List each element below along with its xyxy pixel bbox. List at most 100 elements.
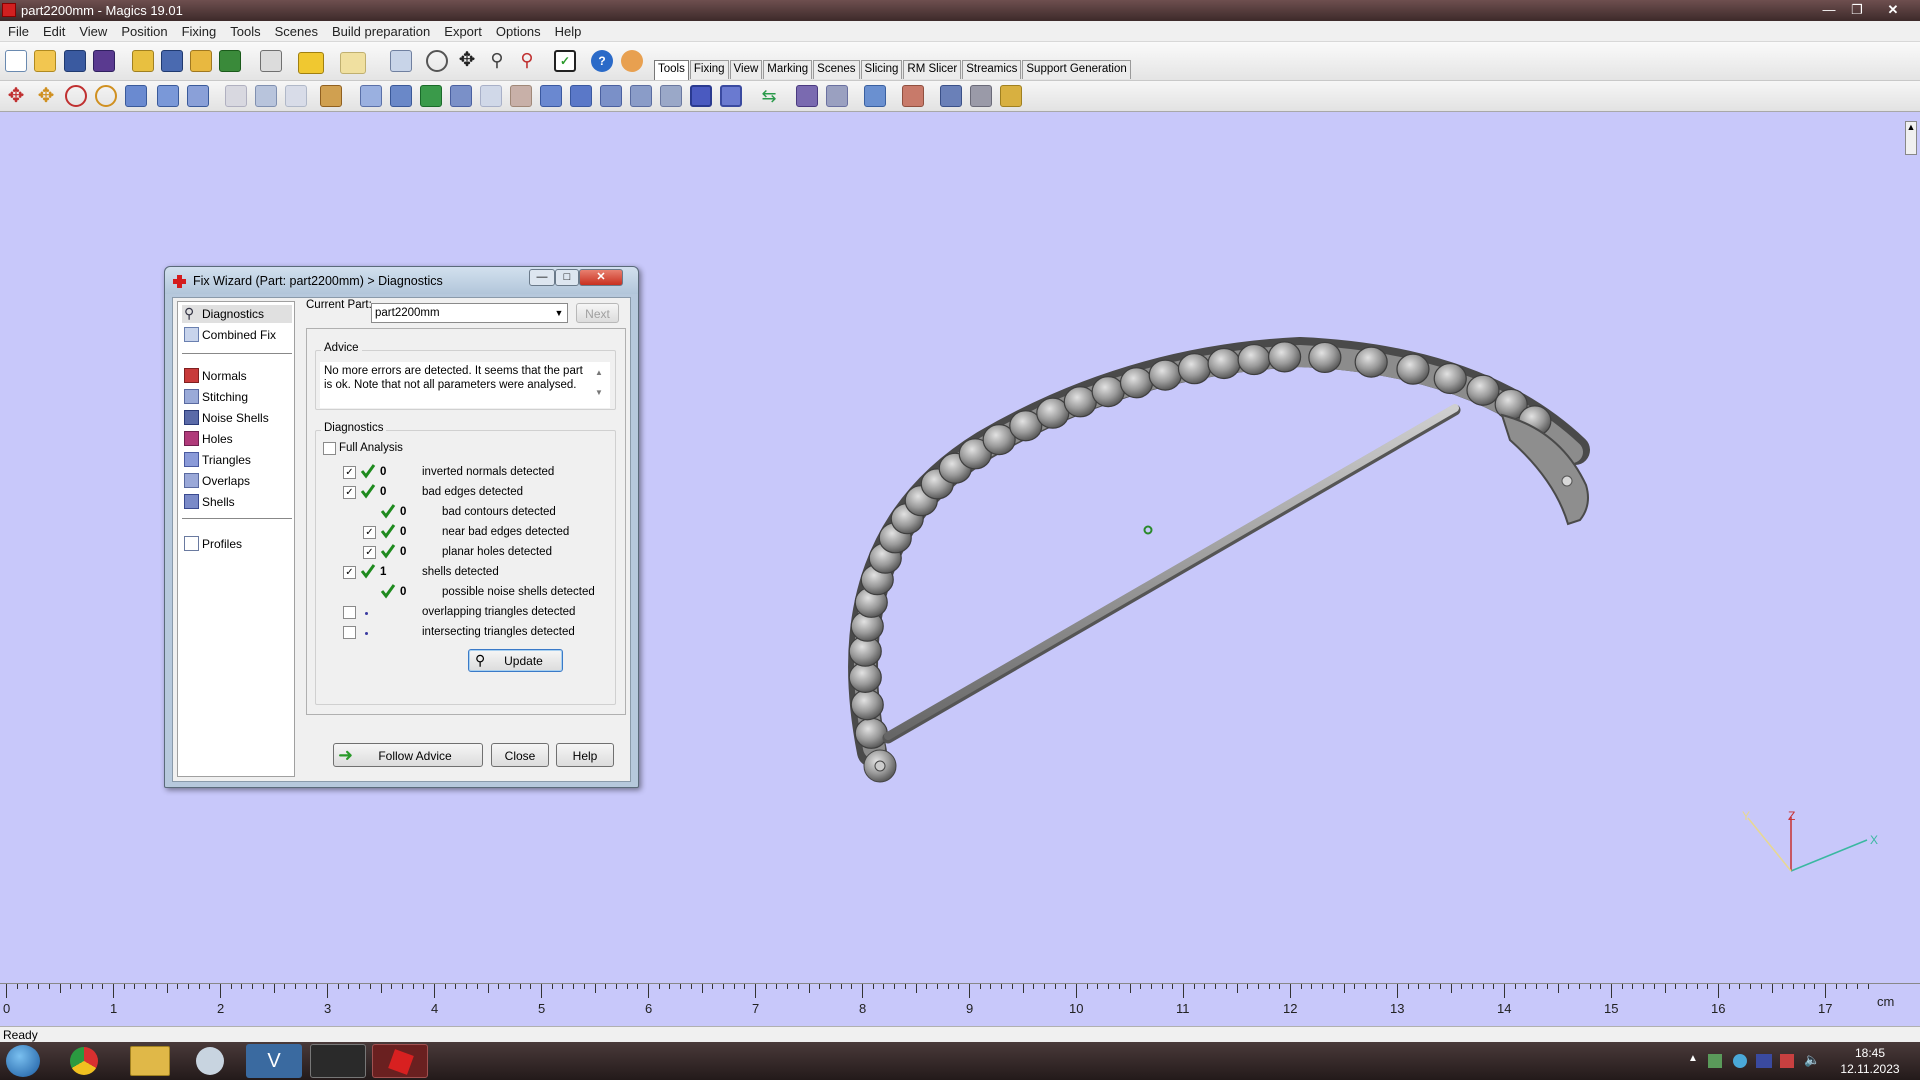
nav-item-holes[interactable]: Holes [182, 430, 292, 448]
mirror-icon[interactable] [157, 85, 179, 107]
nav-item-profiles[interactable]: Profiles [182, 535, 292, 553]
full-analysis-checkbox[interactable] [323, 442, 336, 455]
explorer-icon[interactable] [130, 1046, 170, 1076]
nav-item-stitching[interactable]: Stitching [182, 388, 292, 406]
tray-network-icon[interactable] [1708, 1054, 1722, 1068]
duplicate-icon[interactable] [187, 85, 209, 107]
tools-gear-icon[interactable] [940, 85, 962, 107]
punch-icon[interactable] [255, 85, 277, 107]
cube-icon[interactable] [570, 85, 592, 107]
close-button[interactable]: Close [491, 743, 549, 767]
start-button[interactable] [6, 1045, 40, 1077]
tray-expand-icon[interactable]: ▲ [1688, 1053, 1698, 1064]
unload-icon[interactable] [219, 50, 241, 72]
label-icon[interactable] [510, 85, 532, 107]
print-icon[interactable] [260, 50, 282, 72]
move-icon[interactable]: ✥ [35, 85, 57, 107]
nav-item-triangles[interactable]: Triangles [182, 451, 292, 469]
tab-fixing[interactable]: Fixing [689, 60, 729, 79]
nav-item-overlaps[interactable]: Overlaps [182, 472, 292, 490]
follow-advice-button[interactable]: ➜ Follow Advice [333, 743, 483, 767]
wizard-icon[interactable] [1000, 85, 1022, 107]
dialog-maximize-button[interactable]: □ [555, 269, 579, 286]
clock-time[interactable]: 18:45 [1840, 1046, 1900, 1060]
save-as-icon[interactable] [93, 50, 115, 72]
merge-icon[interactable] [390, 85, 412, 107]
update-button[interactable]: ⚲ Update [468, 649, 563, 672]
close-window-button[interactable]: ✕ [1880, 1, 1906, 19]
measure-icon[interactable]: ✓ [554, 50, 576, 72]
offset-icon[interactable] [320, 85, 342, 107]
menu-options[interactable]: Options [488, 21, 547, 39]
menu-edit[interactable]: Edit [35, 21, 71, 39]
tab-scenes[interactable]: Scenes [813, 60, 860, 79]
tab-marking[interactable]: Marking [763, 60, 813, 79]
surface-icon[interactable] [660, 85, 682, 107]
menu-export[interactable]: Export [436, 21, 488, 39]
clock-date[interactable]: 12.11.2023 [1836, 1062, 1904, 1076]
menu-fixing[interactable]: Fixing [174, 21, 223, 39]
hatch-icon[interactable] [720, 85, 742, 107]
rotate-free-icon[interactable] [95, 85, 117, 107]
overlapping-triangles-checkbox[interactable] [343, 606, 356, 619]
current-part-select[interactable]: part2200mm ▼ [371, 303, 568, 323]
new-icon[interactable] [5, 50, 27, 72]
menu-help[interactable]: Help [547, 21, 588, 39]
import-icon[interactable] [132, 50, 154, 72]
tray-volume-icon[interactable]: 🔈 [1804, 1052, 1820, 1068]
magics-taskbar-icon[interactable] [372, 1044, 428, 1078]
dialog-minimize-button[interactable]: — [529, 269, 555, 286]
shell-icon[interactable] [420, 85, 442, 107]
part-list-icon[interactable] [796, 85, 818, 107]
planar-holes-checkbox[interactable]: ✓ [363, 546, 376, 559]
inverted-normals-checkbox[interactable]: ✓ [343, 466, 356, 479]
axis-icon[interactable] [826, 85, 848, 107]
tray-flag-icon[interactable] [1780, 1054, 1794, 1068]
frame-icon[interactable] [690, 85, 712, 107]
user-icon[interactable] [621, 50, 643, 72]
tab-slicing[interactable]: Slicing [860, 60, 903, 79]
plane-icon[interactable] [630, 85, 652, 107]
restore-button[interactable]: ❐ [1844, 1, 1870, 19]
zoom-icon[interactable]: ⚲ [486, 50, 508, 72]
help-button[interactable]: Help [556, 743, 614, 767]
tab-view[interactable]: View [729, 60, 763, 79]
advice-scrollbar[interactable]: ▲ ▼ [592, 363, 606, 407]
tab-tools[interactable]: Tools [654, 60, 689, 80]
box-icon[interactable] [540, 85, 562, 107]
nav-item-diagnostics[interactable]: ⚲ Diagnostics [182, 305, 292, 323]
extrude-icon[interactable] [450, 85, 472, 107]
app-running-icon[interactable] [310, 1044, 366, 1078]
nav-item-normals[interactable]: Normals [182, 367, 292, 385]
undo-icon[interactable] [298, 52, 324, 74]
next-button[interactable]: Next [576, 303, 619, 323]
nav-item-combined-fix[interactable]: Combined Fix [182, 326, 292, 344]
intersecting-triangles-checkbox[interactable] [343, 626, 356, 639]
view-pin-icon[interactable]: ▲ [1905, 121, 1917, 155]
load-icon[interactable] [190, 50, 212, 72]
tab-support-generation[interactable]: Support Generation [1022, 60, 1131, 79]
paint-icon[interactable] [196, 1047, 224, 1075]
pan-icon[interactable]: ✥ [456, 50, 478, 72]
menu-position[interactable]: Position [113, 21, 173, 39]
menu-build-preparation[interactable]: Build preparation [324, 21, 436, 39]
save-icon[interactable] [64, 50, 86, 72]
chrome-icon[interactable] [70, 1047, 98, 1075]
dialog-close-icon[interactable]: ✕ [579, 269, 623, 286]
nav-item-shells[interactable]: Shells [182, 493, 292, 511]
menu-file[interactable]: File [0, 21, 35, 39]
bad-edges-checkbox[interactable]: ✓ [343, 486, 356, 499]
minimize-button[interactable]: — [1816, 1, 1842, 19]
split-icon[interactable] [600, 85, 622, 107]
align-icon[interactable]: ⇆ [758, 85, 780, 107]
menu-view[interactable]: View [71, 21, 113, 39]
dialog-title-bar[interactable]: Fix Wizard (Part: part2200mm) > Diagnost… [165, 267, 638, 294]
tab-rm-slicer[interactable]: RM Slicer [903, 60, 962, 79]
redo-icon[interactable] [340, 52, 366, 74]
nav-item-noise-shells[interactable]: Noise Shells [182, 409, 292, 427]
select-icon[interactable] [390, 50, 412, 72]
help-icon[interactable]: ? [591, 50, 613, 72]
menu-tools[interactable]: Tools [222, 21, 266, 39]
nest-icon[interactable] [864, 85, 886, 107]
near-bad-edges-checkbox[interactable]: ✓ [363, 526, 376, 539]
